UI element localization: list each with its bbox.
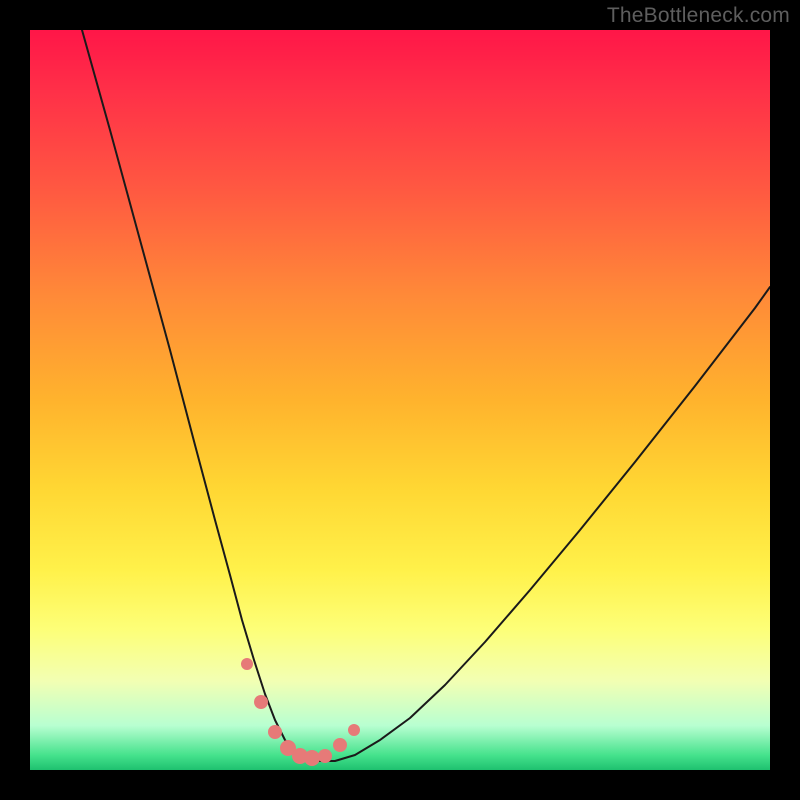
plot-area: [30, 30, 770, 770]
bottleneck-curve: [82, 30, 770, 761]
chart-svg: [30, 30, 770, 770]
marker-dot: [304, 750, 320, 766]
marker-dot: [241, 658, 253, 670]
watermark-text: TheBottleneck.com: [607, 4, 790, 28]
marker-dot: [318, 749, 332, 763]
marker-dot: [333, 738, 347, 752]
marker-dot: [268, 725, 282, 739]
marker-dot: [348, 724, 360, 736]
marker-dot: [254, 695, 268, 709]
chart-frame: TheBottleneck.com: [0, 0, 800, 800]
